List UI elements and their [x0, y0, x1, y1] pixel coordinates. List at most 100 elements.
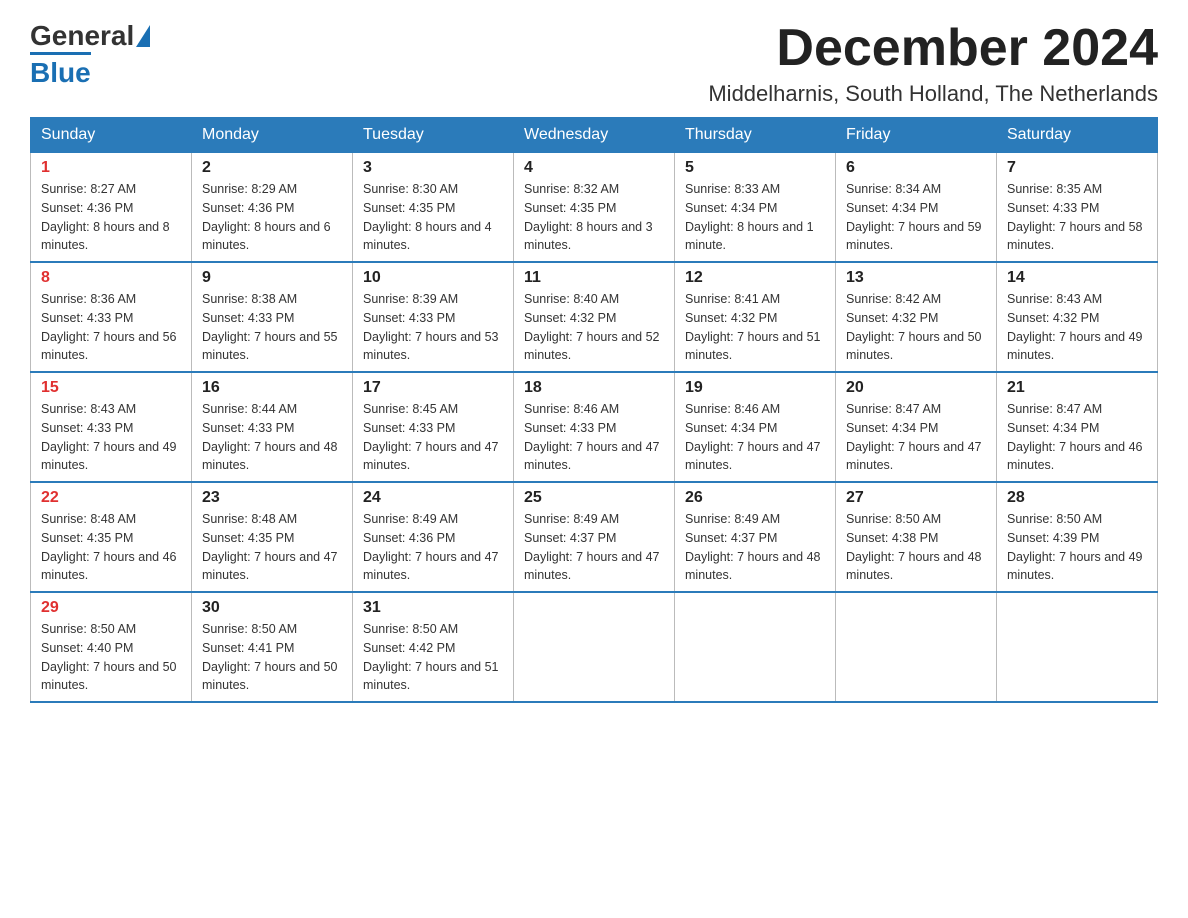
- logo-triangle-icon: [136, 25, 150, 47]
- day-info: Sunrise: 8:34 AMSunset: 4:34 PMDaylight:…: [846, 180, 986, 255]
- day-info: Sunrise: 8:43 AMSunset: 4:32 PMDaylight:…: [1007, 290, 1147, 365]
- calendar-cell: 5 Sunrise: 8:33 AMSunset: 4:34 PMDaylight…: [675, 153, 836, 263]
- day-info: Sunrise: 8:49 AMSunset: 4:36 PMDaylight:…: [363, 510, 503, 585]
- calendar-cell: 22 Sunrise: 8:48 AMSunset: 4:35 PMDayligh…: [31, 482, 192, 592]
- day-number: 10: [363, 269, 503, 287]
- day-info: Sunrise: 8:43 AMSunset: 4:33 PMDaylight:…: [41, 400, 181, 475]
- calendar-cell: 17 Sunrise: 8:45 AMSunset: 4:33 PMDayligh…: [353, 372, 514, 482]
- day-info: Sunrise: 8:41 AMSunset: 4:32 PMDaylight:…: [685, 290, 825, 365]
- calendar-header-row: Sunday Monday Tuesday Wednesday Thursday…: [31, 118, 1158, 153]
- day-info: Sunrise: 8:50 AMSunset: 4:39 PMDaylight:…: [1007, 510, 1147, 585]
- day-number: 28: [1007, 489, 1147, 507]
- calendar-cell: 28 Sunrise: 8:50 AMSunset: 4:39 PMDayligh…: [997, 482, 1158, 592]
- calendar-cell: 27Sunrise: 8:50 AMSunset: 4:38 PMDayligh…: [836, 482, 997, 592]
- day-info: Sunrise: 8:48 AMSunset: 4:35 PMDaylight:…: [41, 510, 181, 585]
- day-info: Sunrise: 8:38 AMSunset: 4:33 PMDaylight:…: [202, 290, 342, 365]
- day-info: Sunrise: 8:44 AMSunset: 4:33 PMDaylight:…: [202, 400, 342, 475]
- day-number: 1: [41, 159, 181, 177]
- page-header: General Blue December 2024 Middelharnis,…: [30, 20, 1158, 107]
- day-number: 31: [363, 599, 503, 617]
- header-tuesday: Tuesday: [353, 118, 514, 153]
- calendar-cell: 9 Sunrise: 8:38 AMSunset: 4:33 PMDaylight…: [192, 262, 353, 372]
- day-info: Sunrise: 8:50 AMSunset: 4:38 PMDaylight:…: [846, 510, 986, 585]
- calendar-cell: 24 Sunrise: 8:49 AMSunset: 4:36 PMDayligh…: [353, 482, 514, 592]
- day-number: 21: [1007, 379, 1147, 397]
- header-monday: Monday: [192, 118, 353, 153]
- week-row-2: 8 Sunrise: 8:36 AMSunset: 4:33 PMDaylight…: [31, 262, 1158, 372]
- day-info: Sunrise: 8:45 AMSunset: 4:33 PMDaylight:…: [363, 400, 503, 475]
- day-number: 11: [524, 269, 664, 287]
- day-number: 24: [363, 489, 503, 507]
- title-section: December 2024 Middelharnis, South Hollan…: [708, 20, 1158, 107]
- day-number: 9: [202, 269, 342, 287]
- calendar-table: Sunday Monday Tuesday Wednesday Thursday…: [30, 117, 1158, 703]
- calendar-cell: 6 Sunrise: 8:34 AMSunset: 4:34 PMDaylight…: [836, 153, 997, 263]
- header-friday: Friday: [836, 118, 997, 153]
- day-info: Sunrise: 8:33 AMSunset: 4:34 PMDaylight:…: [685, 180, 825, 255]
- calendar-cell: 4 Sunrise: 8:32 AMSunset: 4:35 PMDaylight…: [514, 153, 675, 263]
- logo-general-text: General: [30, 20, 134, 52]
- calendar-cell: 1Sunrise: 8:27 AMSunset: 4:36 PMDaylight…: [31, 153, 192, 263]
- day-info: Sunrise: 8:50 AMSunset: 4:40 PMDaylight:…: [41, 620, 181, 695]
- calendar-cell: 16 Sunrise: 8:44 AMSunset: 4:33 PMDayligh…: [192, 372, 353, 482]
- day-info: Sunrise: 8:35 AMSunset: 4:33 PMDaylight:…: [1007, 180, 1147, 255]
- day-number: 22: [41, 489, 181, 507]
- calendar-cell: 31 Sunrise: 8:50 AMSunset: 4:42 PMDayligh…: [353, 592, 514, 702]
- calendar-cell: 25 Sunrise: 8:49 AMSunset: 4:37 PMDayligh…: [514, 482, 675, 592]
- day-number: 7: [1007, 159, 1147, 177]
- week-row-5: 29Sunrise: 8:50 AMSunset: 4:40 PMDayligh…: [31, 592, 1158, 702]
- day-number: 23: [202, 489, 342, 507]
- day-number: 14: [1007, 269, 1147, 287]
- header-sunday: Sunday: [31, 118, 192, 153]
- calendar-cell: 14 Sunrise: 8:43 AMSunset: 4:32 PMDayligh…: [997, 262, 1158, 372]
- day-info: Sunrise: 8:49 AMSunset: 4:37 PMDaylight:…: [524, 510, 664, 585]
- day-number: 20: [846, 379, 986, 397]
- calendar-cell: 15Sunrise: 8:43 AMSunset: 4:33 PMDayligh…: [31, 372, 192, 482]
- day-number: 4: [524, 159, 664, 177]
- day-info: Sunrise: 8:30 AMSunset: 4:35 PMDaylight:…: [363, 180, 503, 255]
- header-saturday: Saturday: [997, 118, 1158, 153]
- month-year-title: December 2024: [708, 20, 1158, 77]
- day-info: Sunrise: 8:46 AMSunset: 4:33 PMDaylight:…: [524, 400, 664, 475]
- logo-blue-part: [134, 25, 150, 47]
- calendar-cell: 8 Sunrise: 8:36 AMSunset: 4:33 PMDaylight…: [31, 262, 192, 372]
- day-info: Sunrise: 8:46 AMSunset: 4:34 PMDaylight:…: [685, 400, 825, 475]
- day-info: Sunrise: 8:32 AMSunset: 4:35 PMDaylight:…: [524, 180, 664, 255]
- header-thursday: Thursday: [675, 118, 836, 153]
- day-number: 12: [685, 269, 825, 287]
- calendar-cell: [997, 592, 1158, 702]
- calendar-cell: 12 Sunrise: 8:41 AMSunset: 4:32 PMDayligh…: [675, 262, 836, 372]
- day-number: 18: [524, 379, 664, 397]
- calendar-cell: 11 Sunrise: 8:40 AMSunset: 4:32 PMDayligh…: [514, 262, 675, 372]
- day-number: 17: [363, 379, 503, 397]
- calendar-cell: 21 Sunrise: 8:47 AMSunset: 4:34 PMDayligh…: [997, 372, 1158, 482]
- day-number: 5: [685, 159, 825, 177]
- logo-blue-text: Blue: [30, 52, 91, 89]
- day-info: Sunrise: 8:50 AMSunset: 4:42 PMDaylight:…: [363, 620, 503, 695]
- calendar-cell: 26Sunrise: 8:49 AMSunset: 4:37 PMDayligh…: [675, 482, 836, 592]
- day-info: Sunrise: 8:36 AMSunset: 4:33 PMDaylight:…: [41, 290, 181, 365]
- week-row-3: 15Sunrise: 8:43 AMSunset: 4:33 PMDayligh…: [31, 372, 1158, 482]
- day-info: Sunrise: 8:47 AMSunset: 4:34 PMDaylight:…: [1007, 400, 1147, 475]
- calendar-cell: 29Sunrise: 8:50 AMSunset: 4:40 PMDayligh…: [31, 592, 192, 702]
- calendar-cell: 3Sunrise: 8:30 AMSunset: 4:35 PMDaylight…: [353, 153, 514, 263]
- day-info: Sunrise: 8:48 AMSunset: 4:35 PMDaylight:…: [202, 510, 342, 585]
- calendar-cell: 23 Sunrise: 8:48 AMSunset: 4:35 PMDayligh…: [192, 482, 353, 592]
- day-number: 30: [202, 599, 342, 617]
- calendar-cell: 7 Sunrise: 8:35 AMSunset: 4:33 PMDaylight…: [997, 153, 1158, 263]
- logo: General Blue: [30, 20, 150, 89]
- day-number: 8: [41, 269, 181, 287]
- day-info: Sunrise: 8:29 AMSunset: 4:36 PMDaylight:…: [202, 180, 342, 255]
- calendar-cell: [675, 592, 836, 702]
- calendar-cell: 13Sunrise: 8:42 AMSunset: 4:32 PMDayligh…: [836, 262, 997, 372]
- week-row-1: 1Sunrise: 8:27 AMSunset: 4:36 PMDaylight…: [31, 153, 1158, 263]
- day-number: 16: [202, 379, 342, 397]
- calendar-cell: 19Sunrise: 8:46 AMSunset: 4:34 PMDayligh…: [675, 372, 836, 482]
- day-info: Sunrise: 8:40 AMSunset: 4:32 PMDaylight:…: [524, 290, 664, 365]
- header-wednesday: Wednesday: [514, 118, 675, 153]
- day-number: 6: [846, 159, 986, 177]
- day-info: Sunrise: 8:49 AMSunset: 4:37 PMDaylight:…: [685, 510, 825, 585]
- day-number: 25: [524, 489, 664, 507]
- calendar-cell: [514, 592, 675, 702]
- calendar-cell: 10Sunrise: 8:39 AMSunset: 4:33 PMDayligh…: [353, 262, 514, 372]
